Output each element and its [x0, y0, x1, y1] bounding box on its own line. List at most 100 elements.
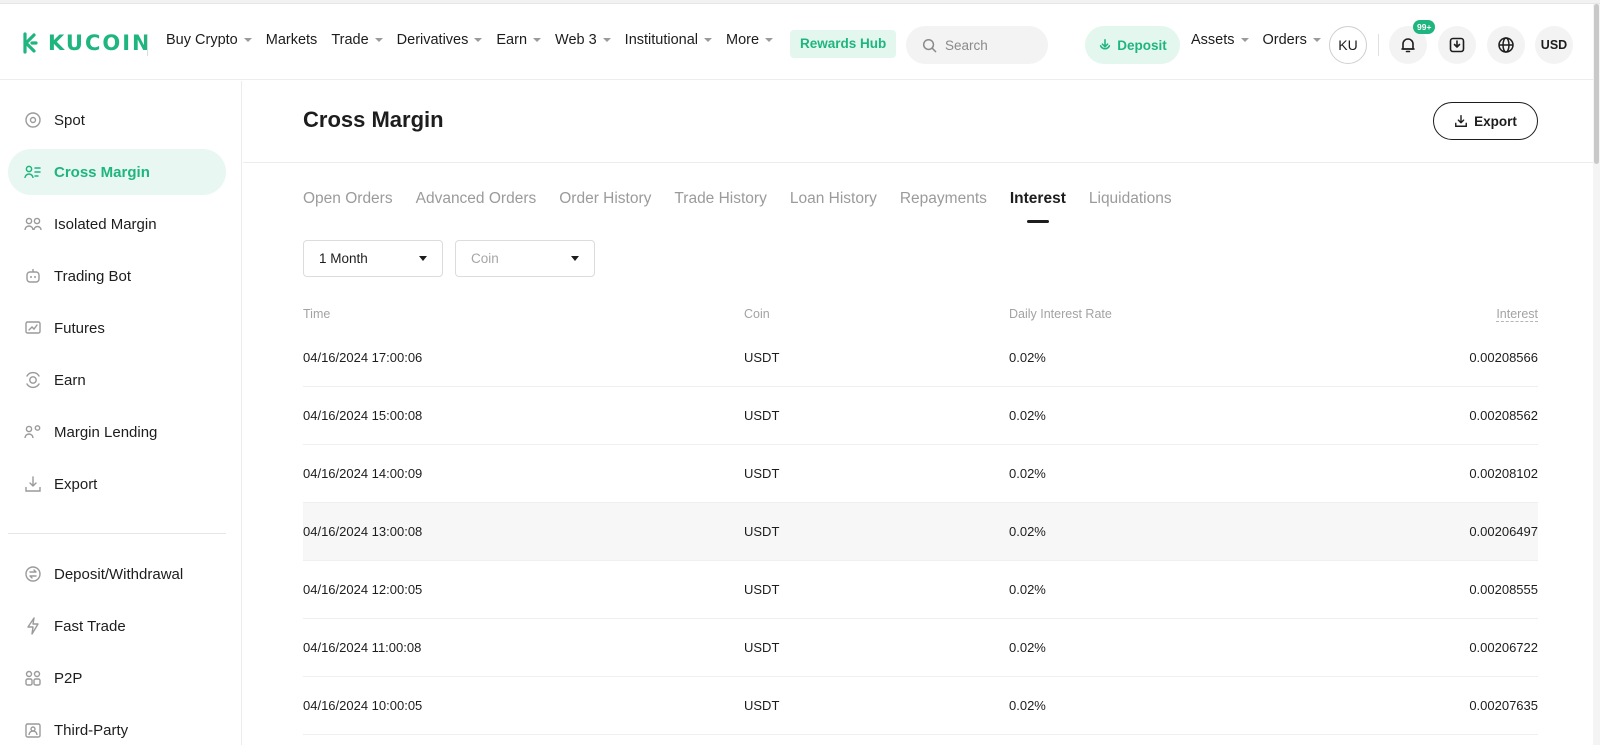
sidebar-item-label: Deposit/Withdrawal — [54, 565, 184, 583]
period-select[interactable]: 1 Month — [303, 240, 443, 277]
tab-order-history[interactable]: Order History — [559, 190, 651, 208]
currency-button[interactable]: USD — [1535, 26, 1573, 64]
tab-open-orders[interactable]: Open Orders — [303, 190, 393, 208]
sidebar-item-trading-bot[interactable]: Trading Bot — [8, 253, 226, 299]
sidebar-item-label: Spot — [54, 111, 85, 129]
sidebar-item-third-party[interactable]: Third-Party — [8, 707, 226, 745]
search-input[interactable] — [945, 37, 1035, 53]
cell-rate: 0.02% — [1009, 582, 1046, 597]
export-icon — [24, 475, 42, 493]
nav-more[interactable]: More — [726, 32, 774, 48]
tab-liquidations[interactable]: Liquidations — [1089, 190, 1172, 208]
sidebar-item-label: Fast Trade — [54, 617, 126, 635]
trading-bot-icon — [24, 267, 42, 285]
tab-repayments[interactable]: Repayments — [900, 190, 987, 208]
chevron-down-icon — [765, 38, 774, 42]
cell-time: 04/16/2024 11:00:08 — [303, 640, 422, 655]
coin-select[interactable]: Coin — [455, 240, 595, 277]
table-header: Time Coin Daily Interest Rate Interest — [303, 299, 1538, 329]
account-nav: Assets Orders — [1191, 32, 1335, 48]
account-avatar[interactable]: KU — [1329, 26, 1367, 64]
sidebar-item-export[interactable]: Export — [8, 461, 226, 507]
nav-orders[interactable]: Orders — [1263, 32, 1321, 48]
deposit-withdrawal-icon — [24, 565, 42, 583]
fast-trade-icon — [24, 617, 42, 635]
main-nav: Buy Crypto Markets Trade Derivatives Ear… — [166, 32, 787, 48]
chevron-down-icon — [704, 38, 713, 42]
scrollbar-thumb[interactable] — [1594, 4, 1599, 164]
sidebar-item-futures[interactable]: Futures — [8, 305, 226, 351]
period-select-value: 1 Month — [319, 251, 368, 266]
isolated-margin-icon — [24, 215, 42, 233]
kucoin-logo[interactable]: KUCOIN — [16, 30, 152, 56]
cell-coin: USDT — [744, 350, 780, 365]
table-row: 04/16/2024 11:00:08 USDT 0.02% 0.0020672… — [303, 619, 1538, 677]
sidebar-item-isolated-margin[interactable]: Isolated Margin — [8, 201, 226, 247]
cell-coin: USDT — [744, 698, 780, 713]
sidebar-item-spot[interactable]: Spot — [8, 97, 226, 143]
table-row: 04/16/2024 12:00:05 USDT 0.02% 0.0020855… — [303, 561, 1538, 619]
nav-markets[interactable]: Markets — [266, 32, 318, 48]
main-content: Cross Margin Export Open Orders Advanced… — [243, 81, 1600, 745]
table-row: 04/16/2024 17:00:06 USDT 0.02% 0.0020856… — [303, 329, 1538, 387]
cell-time: 04/16/2024 13:00:08 — [303, 524, 423, 539]
top-navbar: KUCOIN Buy Crypto Markets Trade Derivati… — [0, 4, 1600, 80]
sidebar-item-label: Export — [54, 475, 98, 493]
caret-down-icon — [571, 256, 579, 261]
tab-loan-history[interactable]: Loan History — [790, 190, 877, 208]
download-app-button[interactable] — [1438, 26, 1476, 64]
cell-rate: 0.02% — [1009, 640, 1046, 655]
sidebar-item-earn[interactable]: Earn — [8, 357, 226, 403]
nav-web3[interactable]: Web 3 — [555, 32, 611, 48]
cell-rate: 0.02% — [1009, 408, 1046, 423]
search-box[interactable] — [906, 26, 1048, 64]
language-button[interactable] — [1487, 26, 1525, 64]
kucoin-logo-icon — [23, 32, 38, 54]
search-icon — [922, 38, 937, 52]
sidebar-item-margin-lending[interactable]: Margin Lending — [8, 409, 226, 455]
cell-interest: 0.00208566 — [1469, 350, 1538, 365]
third-party-icon — [24, 721, 42, 739]
cell-coin: USDT — [744, 408, 780, 423]
cell-coin: USDT — [744, 582, 780, 597]
sidebar-item-fast-trade[interactable]: Fast Trade — [8, 603, 226, 649]
bell-icon — [1401, 38, 1415, 53]
column-header-interest[interactable]: Interest — [1309, 307, 1538, 322]
cell-time: 04/16/2024 14:00:09 — [303, 466, 423, 481]
sidebar-divider — [8, 533, 226, 534]
table-row: 04/16/2024 13:00:08 USDT 0.02% 0.0020649… — [303, 503, 1538, 561]
cell-interest: 0.00208555 — [1469, 582, 1538, 597]
nav-earn[interactable]: Earn — [496, 32, 542, 48]
logo-wordmark: KUCOIN — [48, 31, 152, 55]
column-header-coin: Coin — [744, 307, 770, 321]
cell-interest: 0.00206497 — [1469, 524, 1538, 539]
sidebar-item-p2p[interactable]: P2P — [8, 655, 226, 701]
download-icon — [1449, 37, 1465, 53]
rewards-hub-button[interactable]: Rewards Hub — [790, 30, 897, 58]
nav-buy-crypto[interactable]: Buy Crypto — [166, 32, 252, 48]
cell-coin: USDT — [744, 466, 780, 481]
cell-time: 04/16/2024 15:00:08 — [303, 408, 423, 423]
tab-interest[interactable]: Interest — [1010, 190, 1066, 223]
nav-institutional[interactable]: Institutional — [625, 32, 713, 48]
deposit-button[interactable]: Deposit — [1085, 26, 1180, 64]
sidebar-item-cross-margin[interactable]: Cross Margin — [8, 149, 226, 195]
nav-derivatives[interactable]: Derivatives — [397, 32, 483, 48]
tab-trade-history[interactable]: Trade History — [674, 190, 766, 208]
earn-icon — [24, 371, 42, 389]
nav-trade[interactable]: Trade — [331, 32, 383, 48]
cell-rate: 0.02% — [1009, 524, 1046, 539]
tab-advanced-orders[interactable]: Advanced Orders — [416, 190, 537, 208]
table-row: 04/16/2024 15:00:08 USDT 0.02% 0.0020856… — [303, 387, 1538, 445]
chevron-down-icon — [1312, 38, 1321, 42]
sidebar: Spot Cross Margin Isolated Margin Tradin… — [0, 81, 242, 745]
column-header-daily-interest-rate: Daily Interest Rate — [1009, 307, 1112, 321]
coin-select-placeholder: Coin — [471, 251, 499, 266]
nav-assets[interactable]: Assets — [1191, 32, 1249, 48]
sidebar-item-deposit-withdrawal[interactable]: Deposit/Withdrawal — [8, 551, 226, 597]
cell-time: 04/16/2024 17:00:06 — [303, 350, 423, 365]
export-button[interactable]: Export — [1433, 102, 1538, 140]
logo-divider — [147, 34, 148, 56]
sidebar-item-label: Cross Margin — [54, 163, 150, 181]
cross-margin-icon — [24, 163, 42, 181]
